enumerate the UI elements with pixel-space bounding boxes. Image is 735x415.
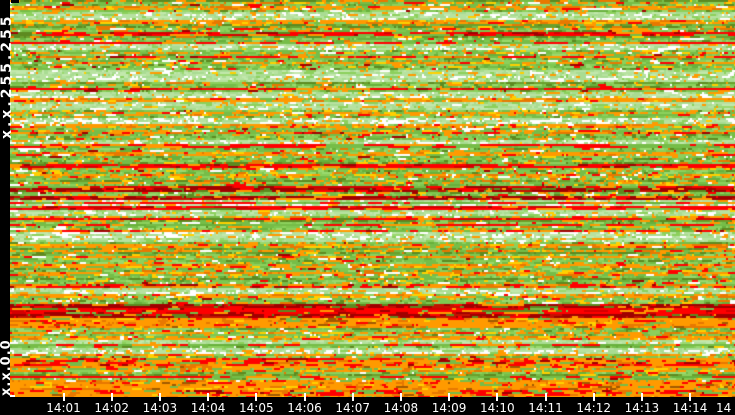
x-tick-label-partial: 14 [716, 401, 732, 415]
x-tick-label: 14:03 [142, 401, 178, 415]
x-tick-label: 14:01 [46, 401, 81, 415]
x-tick [399, 393, 402, 401]
x-tick-label: 14:07 [335, 401, 370, 415]
x-tick [110, 393, 113, 401]
x-tick [689, 393, 692, 401]
ip-time-traffic-heatmap: x.x.255.255 x.x.0.0 14:01 14:02 14:03 14… [0, 0, 735, 415]
x-tick [303, 393, 306, 401]
x-tick [62, 393, 65, 401]
x-tick [351, 393, 354, 401]
x-tick [255, 393, 258, 401]
x-tick-label: 14:06 [287, 401, 322, 415]
x-tick-label: 14:10 [480, 401, 515, 415]
y-axis-max-label: x.x.255.255 [0, 13, 15, 139]
x-tick-label: 14:13 [624, 401, 660, 415]
y-axis-top-tick [11, 0, 19, 3]
x-tick [496, 393, 499, 401]
x-tick-label: 14:14 [672, 401, 708, 415]
x-tick [544, 393, 547, 401]
x-tick [448, 393, 451, 401]
x-tick-label: 14:05 [239, 401, 274, 415]
x-tick-label: 14:08 [383, 401, 419, 415]
x-tick-label: 14:11 [528, 401, 563, 415]
x-tick-label: 14:04 [190, 401, 226, 415]
x-tick [158, 393, 161, 401]
x-tick-label: 14:09 [431, 401, 467, 415]
x-tick-label: 14:12 [576, 401, 611, 415]
x-tick [640, 393, 643, 401]
x-tick [592, 393, 595, 401]
heatmap-plot-area [10, 0, 735, 397]
y-axis-min-label: x.x.0.0 [0, 339, 14, 396]
y-axis-strip: x.x.255.255 x.x.0.0 [0, 0, 15, 397]
x-tick [207, 393, 210, 401]
x-tick-label: 14:02 [94, 401, 129, 415]
